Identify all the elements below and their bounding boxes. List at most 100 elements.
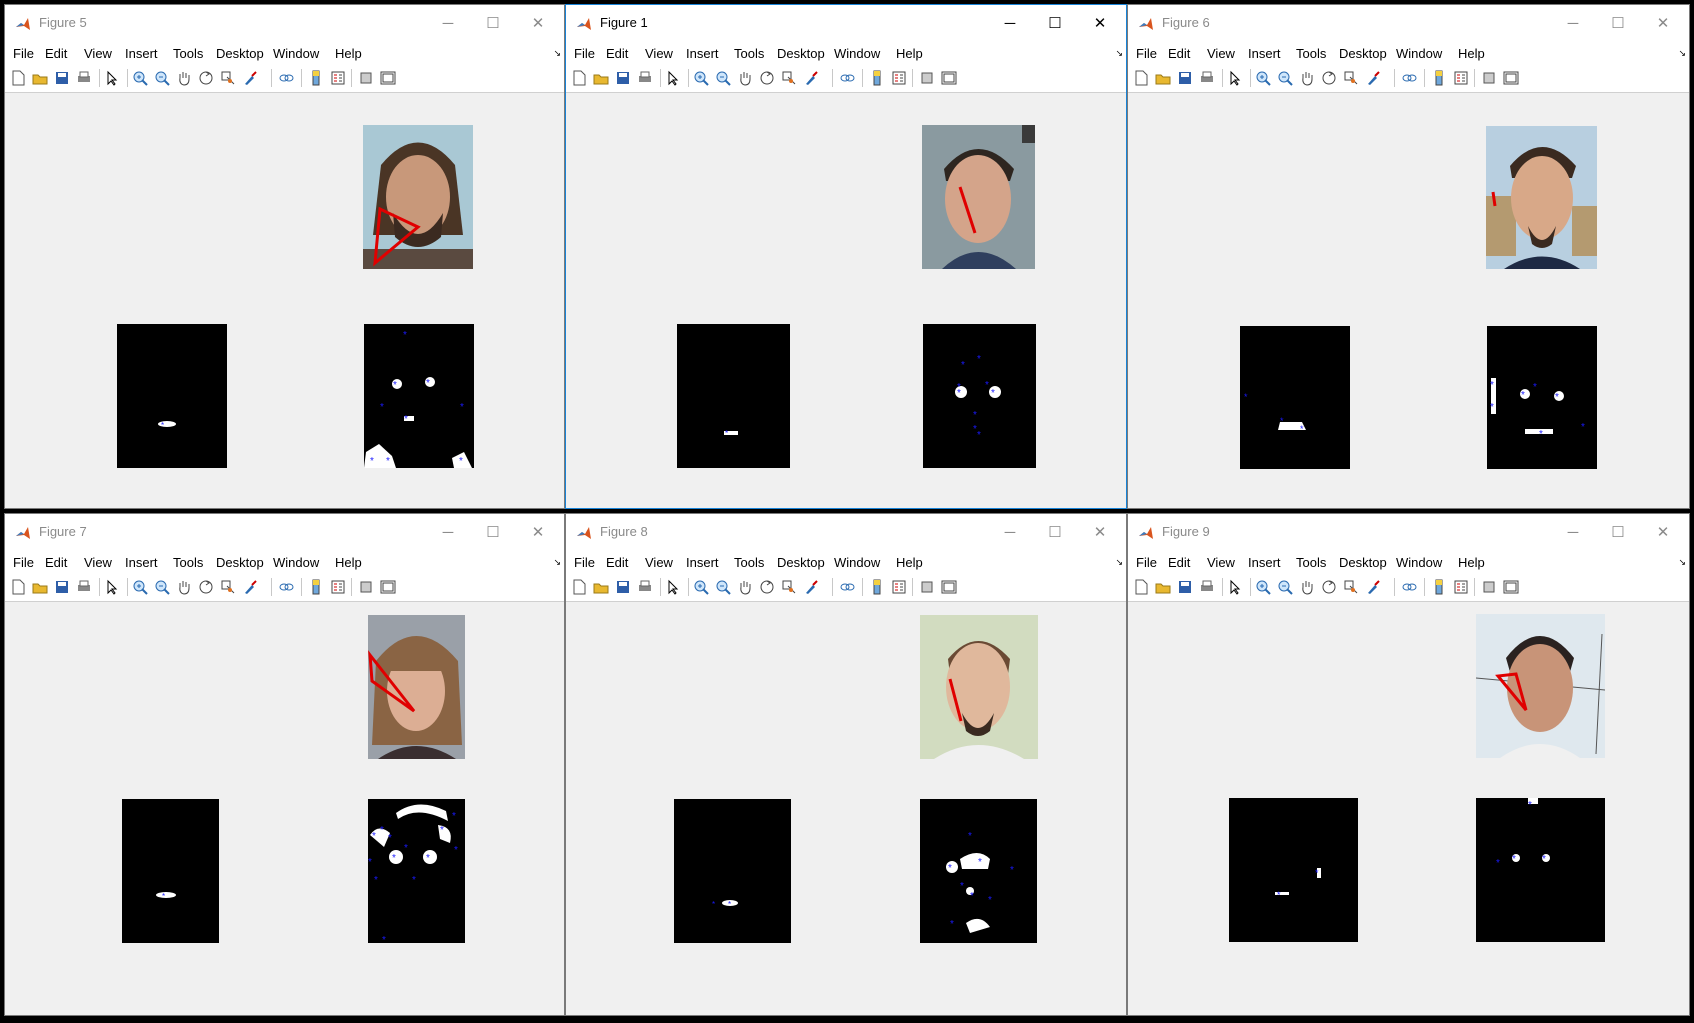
menu-desktop[interactable]: Desktop [216, 555, 264, 570]
menu-insert[interactable]: Insert [686, 46, 719, 61]
menu-desktop[interactable]: Desktop [777, 46, 825, 61]
edit-plot-icon[interactable] [103, 69, 121, 87]
dock-arrow-icon[interactable]: ↘ [553, 48, 561, 59]
minimize-button[interactable]: ─ [428, 11, 468, 37]
open-file-icon[interactable] [1154, 69, 1172, 87]
close-button[interactable]: ✕ [518, 520, 558, 546]
rotate-3d-icon[interactable] [197, 578, 215, 596]
minimize-button[interactable]: ─ [1553, 11, 1593, 37]
rotate-3d-icon[interactable] [197, 69, 215, 87]
menu-window[interactable]: Window [1396, 46, 1442, 61]
show-plot-tools-icon[interactable] [940, 69, 958, 87]
edit-plot-icon[interactable] [1226, 69, 1244, 87]
open-file-icon[interactable] [31, 578, 49, 596]
insert-legend-icon[interactable] [329, 578, 347, 596]
zoom-out-icon[interactable] [714, 69, 732, 87]
brush-icon[interactable] [241, 69, 259, 87]
menu-edit[interactable]: Edit [606, 46, 628, 61]
close-button[interactable]: ✕ [1080, 520, 1120, 546]
menu-view[interactable]: View [645, 555, 673, 570]
menu-insert[interactable]: Insert [125, 555, 158, 570]
menu-window[interactable]: Window [834, 555, 880, 570]
pan-icon[interactable] [175, 578, 193, 596]
menu-window[interactable]: Window [273, 46, 319, 61]
insert-legend-icon[interactable] [329, 69, 347, 87]
menu-desktop[interactable]: Desktop [1339, 46, 1387, 61]
menu-edit[interactable]: Edit [45, 555, 67, 570]
menu-edit[interactable]: Edit [1168, 555, 1190, 570]
menu-view[interactable]: View [1207, 555, 1235, 570]
save-figure-icon[interactable] [53, 69, 71, 87]
zoom-in-icon[interactable] [1254, 578, 1272, 596]
open-file-icon[interactable] [31, 69, 49, 87]
edit-plot-icon[interactable] [103, 578, 121, 596]
menu-file[interactable]: File [13, 555, 34, 570]
menu-file[interactable]: File [13, 46, 34, 61]
open-file-icon[interactable] [1154, 578, 1172, 596]
menu-edit[interactable]: Edit [1168, 46, 1190, 61]
pan-icon[interactable] [1298, 578, 1316, 596]
save-figure-icon[interactable] [614, 69, 632, 87]
menu-window[interactable]: Window [273, 555, 319, 570]
zoom-out-icon[interactable] [153, 69, 171, 87]
figure-canvas[interactable]: * * * * * * * * * * [566, 602, 1126, 1015]
hide-plot-tools-icon[interactable] [918, 69, 936, 87]
title-bar[interactable]: Figure 6 ─ ☐ ✕ [1128, 5, 1689, 43]
pan-icon[interactable] [175, 69, 193, 87]
minimize-button[interactable]: ─ [990, 520, 1030, 546]
zoom-out-icon[interactable] [153, 578, 171, 596]
figure-canvas[interactable]: * * * * * * * * * * [5, 93, 564, 508]
menu-help[interactable]: Help [335, 555, 362, 570]
link-plot-icon[interactable] [277, 69, 295, 87]
zoom-in-icon[interactable] [131, 69, 149, 87]
pan-icon[interactable] [736, 69, 754, 87]
brush-icon[interactable] [802, 578, 820, 596]
figure-window[interactable]: Figure 6 ─ ☐ ✕ File Edit View Insert Tools De… [1127, 4, 1690, 509]
menu-view[interactable]: View [1207, 46, 1235, 61]
menu-tools[interactable]: Tools [173, 555, 203, 570]
menu-file[interactable]: File [574, 555, 595, 570]
new-figure-icon[interactable] [570, 69, 588, 87]
menu-file[interactable]: File [1136, 46, 1157, 61]
figure-canvas[interactable]: * * * * * * * * * * [1128, 93, 1689, 508]
data-cursor-icon[interactable] [1342, 69, 1360, 87]
link-plot-icon[interactable] [1400, 69, 1418, 87]
figure-window[interactable]: Figure 8 ─ ☐ ✕ File Edit View Insert Tools De… [565, 513, 1127, 1016]
open-file-icon[interactable] [592, 69, 610, 87]
link-plot-icon[interactable] [838, 578, 856, 596]
close-button[interactable]: ✕ [1643, 11, 1683, 37]
menu-help[interactable]: Help [1458, 46, 1485, 61]
dock-arrow-icon[interactable]: ↘ [1678, 557, 1686, 568]
zoom-in-icon[interactable] [1254, 69, 1272, 87]
link-plot-icon[interactable] [1400, 578, 1418, 596]
minimize-button[interactable]: ─ [990, 11, 1030, 37]
save-figure-icon[interactable] [614, 578, 632, 596]
menu-insert[interactable]: Insert [125, 46, 158, 61]
menu-tools[interactable]: Tools [734, 46, 764, 61]
dock-arrow-icon[interactable]: ↘ [1115, 557, 1123, 568]
menu-window[interactable]: Window [1396, 555, 1442, 570]
data-cursor-icon[interactable] [780, 69, 798, 87]
print-figure-icon[interactable] [636, 578, 654, 596]
insert-legend-icon[interactable] [1452, 578, 1470, 596]
dock-arrow-icon[interactable]: ↘ [553, 557, 561, 568]
menu-insert[interactable]: Insert [1248, 555, 1281, 570]
link-plot-icon[interactable] [277, 578, 295, 596]
menu-tools[interactable]: Tools [173, 46, 203, 61]
insert-legend-icon[interactable] [890, 578, 908, 596]
menu-view[interactable]: View [84, 555, 112, 570]
insert-legend-icon[interactable] [1452, 69, 1470, 87]
menu-desktop[interactable]: Desktop [1339, 555, 1387, 570]
insert-colorbar-icon[interactable] [868, 69, 886, 87]
figure-canvas[interactable]: * * * * * * * * * * [566, 93, 1126, 508]
maximize-button[interactable]: ☐ [473, 520, 513, 546]
show-plot-tools-icon[interactable] [379, 69, 397, 87]
menu-desktop[interactable]: Desktop [777, 555, 825, 570]
minimize-button[interactable]: ─ [428, 520, 468, 546]
print-figure-icon[interactable] [75, 578, 93, 596]
figure-window[interactable]: Figure 1 ─ ☐ ✕ File Edit View Insert Tools De… [565, 4, 1127, 509]
rotate-3d-icon[interactable] [1320, 69, 1338, 87]
brush-icon[interactable] [802, 69, 820, 87]
save-figure-icon[interactable] [53, 578, 71, 596]
dock-arrow-icon[interactable]: ↘ [1115, 48, 1123, 59]
